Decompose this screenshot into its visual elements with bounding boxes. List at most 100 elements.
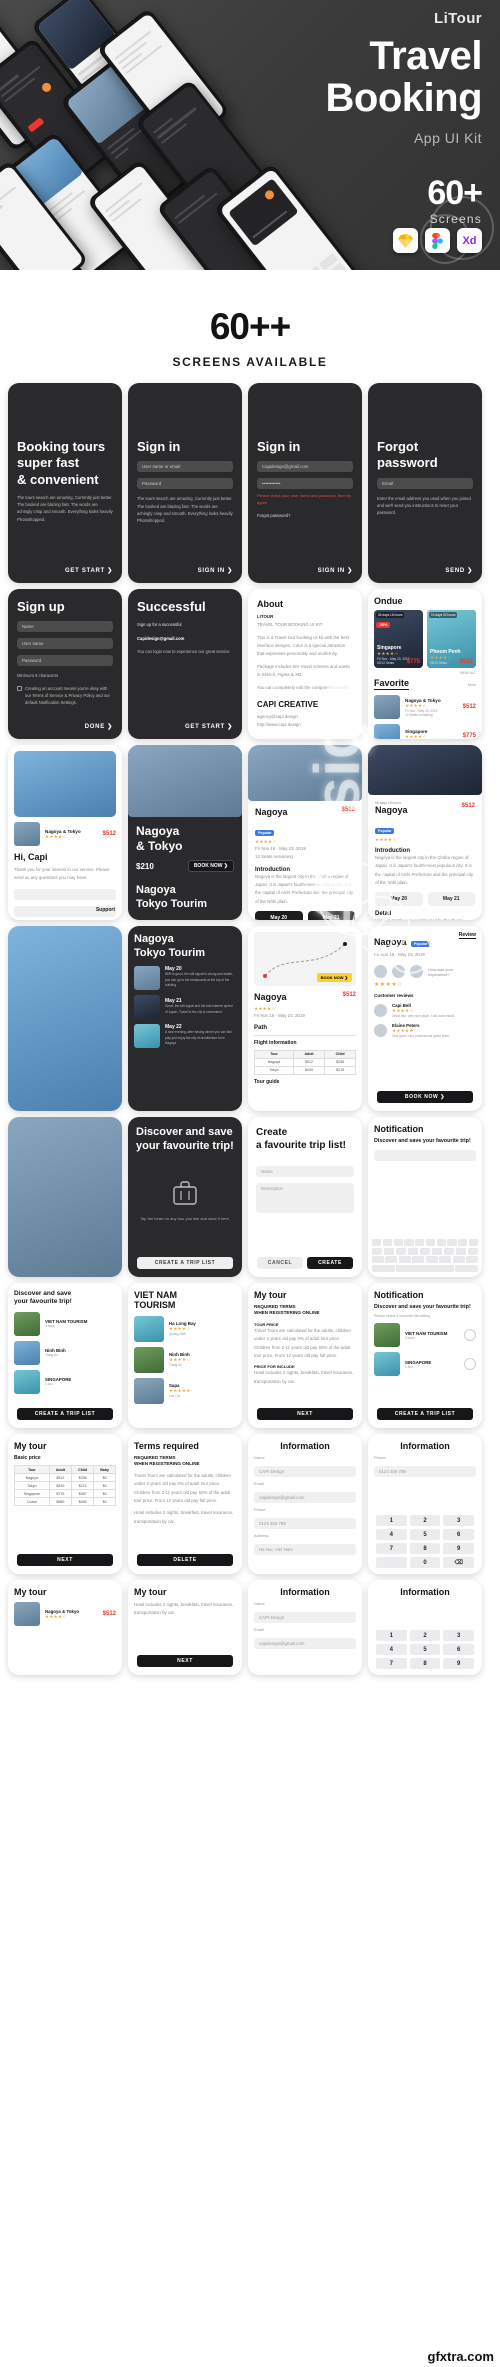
screen-signin-filled[interactable]: Sign in Capidesign@gmail.com •••••••••••… bbox=[248, 383, 362, 583]
about-agency-email[interactable]: agency@capi.design bbox=[257, 713, 353, 721]
create-trip-list-button[interactable]: CREATE A TRIP LIST bbox=[137, 1257, 233, 1269]
keypad-key[interactable]: 8 bbox=[409, 1658, 441, 1669]
departure-date-card[interactable]: May 20 bbox=[255, 911, 303, 920]
create-trip-cancel-button[interactable]: CANCEL bbox=[257, 1257, 303, 1269]
signup-terms-checkbox[interactable] bbox=[17, 685, 22, 691]
mytour-next-button[interactable]: NEXT bbox=[257, 1408, 353, 1420]
mytour-item[interactable]: Nagoya & Tokyo ★★★★☆ $512 bbox=[14, 1602, 116, 1626]
keypad-key[interactable]: 6 bbox=[443, 1644, 474, 1655]
mytour-price-next-button[interactable]: NEXT bbox=[17, 1554, 113, 1566]
view-all-link[interactable]: VIEW ALL bbox=[374, 671, 476, 675]
radio-icon[interactable] bbox=[464, 1329, 476, 1342]
support-button[interactable]: Support bbox=[96, 907, 115, 913]
screen-mytour-bottom[interactable]: My tour Nagoya & Tokyo ★★★★☆ $512 bbox=[8, 1580, 122, 1675]
screen-map-path[interactable]: BOOK NOW ❯ Nagoya ★★★★☆ Fri Nov 16 - May… bbox=[248, 926, 362, 1111]
signin-filled-email-input[interactable]: Capidesign@gmail.com bbox=[257, 461, 353, 473]
schedule-item[interactable]: May 21 Great, the wifi signal and the fa… bbox=[134, 994, 236, 1019]
about-agency-url[interactable]: http://www.capi.design bbox=[257, 721, 353, 729]
signup-username-input[interactable]: User name bbox=[17, 638, 113, 650]
map-view[interactable]: BOOK NOW ❯ bbox=[254, 932, 356, 986]
signin-password-input[interactable]: Password bbox=[137, 478, 233, 490]
info-name-input[interactable]: CAPI Design bbox=[254, 1466, 356, 1477]
deal-card[interactable]: 06 days 16 hours -20% Singapore ★★★★☆ Fr… bbox=[374, 610, 423, 668]
info-bottom-input2[interactable]: capidesign@gmail.com bbox=[254, 1638, 356, 1649]
screen-keypad-bottom[interactable]: Information 1 2 3 4 5 6 7 8 9 bbox=[368, 1580, 482, 1675]
signup-password-input[interactable]: Password bbox=[17, 655, 113, 667]
screen-information-keypad[interactable]: Information Phone 0123 456 789 1 2 3 4 5… bbox=[368, 1434, 482, 1574]
create-trip-name-input[interactable]: Name bbox=[256, 1166, 354, 1177]
keypad-key[interactable]: 0 bbox=[409, 1557, 441, 1568]
schedule-item[interactable]: May 22 A nice evening, after having dinn… bbox=[134, 1023, 236, 1048]
notification-create-trip-button[interactable]: CREATE A TRIP LIST bbox=[377, 1408, 473, 1420]
screen-create-trip[interactable]: Create a favourite trip list! Name Descr… bbox=[248, 1117, 362, 1277]
screen-info-bottom[interactable]: Information Name CAPI Design Email capid… bbox=[248, 1580, 362, 1675]
screen-favourite-empty-dark[interactable]: Discover and save your favourite trip! T… bbox=[128, 1117, 242, 1277]
forgot-email-input[interactable]: Email bbox=[377, 477, 473, 489]
forgot-password-link[interactable]: Forgot password? bbox=[257, 512, 353, 519]
screen-nagoya-detail[interactable]: Nagoya Popular ★★★★☆ Fri Nov 16 - May 23… bbox=[248, 745, 362, 920]
screen-forgot-password[interactable]: Forgot password Email Enter the email ad… bbox=[368, 383, 482, 583]
keypad-key[interactable]: 2 bbox=[409, 1630, 441, 1641]
keypad-key[interactable]: 6 bbox=[443, 1529, 474, 1540]
signin-submit-button[interactable]: SIGN IN ❯ bbox=[318, 567, 353, 574]
numeric-keypad-bottom[interactable]: 1 2 3 4 5 6 7 8 9 bbox=[376, 1630, 474, 1669]
deal-card[interactable]: 10 days 02 hours Phnom Penh ★★★★☆ 05/15 … bbox=[427, 610, 476, 668]
favorite-item[interactable]: Singapore ★★★★☆ 08 Seats remaining $775 bbox=[374, 724, 476, 739]
notification-item[interactable]: SINGAPORE 1 tour bbox=[374, 1352, 476, 1377]
info-address-input[interactable]: Ha Noi, Viet Nam bbox=[254, 1544, 356, 1555]
screen-vietnam-tourism[interactable]: VIET NAM TOURISM Ha Long Bay ★★★★☆ Quang… bbox=[128, 1283, 242, 1428]
keypad-key[interactable]: 8 bbox=[409, 1543, 441, 1554]
terms-delete-button[interactable]: DELETE bbox=[137, 1554, 233, 1566]
keypad-key[interactable]: 7 bbox=[376, 1543, 407, 1554]
screen-information-form[interactable]: Information Name CAPI Design Email capid… bbox=[248, 1434, 362, 1574]
keypad-key[interactable]: 1 bbox=[376, 1515, 407, 1526]
keypad-key-blank[interactable] bbox=[376, 1557, 407, 1568]
info-kp-phone-input[interactable]: 0123 456 789 bbox=[374, 1466, 476, 1477]
info-bottom-input[interactable]: CAPI Design bbox=[254, 1612, 356, 1623]
screen-destination-photo[interactable] bbox=[8, 926, 122, 1111]
map-book-now-button[interactable]: BOOK NOW ❯ bbox=[316, 973, 352, 982]
successful-get-start-button[interactable]: GET START ❯ bbox=[185, 723, 233, 730]
screen-signin-empty[interactable]: Sign in User name or email Password The … bbox=[128, 383, 242, 583]
keypad-key[interactable]: 9 bbox=[443, 1658, 474, 1669]
screen-notification-list[interactable]: Notification Discover and save your favo… bbox=[368, 1283, 482, 1428]
screen-review[interactable]: Nagoya Review Popular Fri Nov 16 - May 2… bbox=[368, 926, 482, 1111]
vietnam-item[interactable]: Ha Long Bay ★★★★☆ Quang Ninh bbox=[134, 1315, 236, 1342]
discovery-item[interactable]: Nagoya & Tokyo ★★★★☆ $512 bbox=[14, 822, 116, 846]
keypad-key[interactable]: 4 bbox=[376, 1644, 407, 1655]
keypad-key[interactable]: 9 bbox=[443, 1543, 474, 1554]
profile-message-input[interactable] bbox=[14, 888, 116, 900]
trip-list-item[interactable]: SINGAPORE 1 tour bbox=[14, 1369, 116, 1394]
screen-onboarding[interactable]: Booking tours super fast & convenient Th… bbox=[8, 383, 122, 583]
saved-create-trip-button[interactable]: CREATE A TRIP LIST bbox=[17, 1408, 113, 1420]
screen-mytour-bottom-2[interactable]: My tour Hotel includes 2 nights, breakfa… bbox=[128, 1580, 242, 1675]
trip-list-item[interactable]: VIET NAM TOURISM 3 tours bbox=[14, 1311, 116, 1336]
screen-successful[interactable]: Successful Sign up for a successful Capi… bbox=[128, 589, 242, 739]
keypad-backspace-icon[interactable]: ⌫ bbox=[443, 1557, 474, 1568]
vietnam-item[interactable]: Sapa ★★★★★ Lao Cai bbox=[134, 1377, 236, 1404]
keypad-key[interactable]: 2 bbox=[409, 1515, 441, 1526]
notification-item[interactable]: VIET NAM TOURISM 3 tours bbox=[374, 1323, 476, 1348]
screen-tour-detail[interactable]: Nagoya & Tokyo $210 BOOK NOW ❯ Nagoya To… bbox=[128, 745, 242, 920]
favorite-item[interactable]: Nagoya & Tokyo ★★★★☆ Fri Nov - May 23, 2… bbox=[374, 695, 476, 719]
return-date-card-alt[interactable]: May 21 bbox=[427, 892, 475, 907]
screen-notification-keyboard[interactable]: Notification Discover and save your favo… bbox=[368, 1117, 482, 1277]
keypad-key[interactable]: 3 bbox=[443, 1630, 474, 1641]
screen-mytour-terms[interactable]: My tour REQUIRED TERMS WHEN REGISTERING … bbox=[248, 1283, 362, 1428]
screen-favourite-saved[interactable]: Discover and save your favourite trip! V… bbox=[8, 1283, 122, 1428]
screen-nagoya-alt[interactable]: 06 days 16 hours Nagoya Popular ★★★★☆ $5… bbox=[368, 745, 482, 920]
mytour-bottom2-next[interactable]: NEXT bbox=[137, 1655, 233, 1667]
signin-filled-password-input[interactable]: •••••••••••• bbox=[257, 478, 353, 490]
signin-username-input[interactable]: User name or email bbox=[137, 461, 233, 473]
review-book-now-button[interactable]: BOOK NOW ❯ bbox=[377, 1091, 473, 1103]
schedule-item[interactable]: May 20 WiFi is good, the wifi signal is … bbox=[134, 965, 236, 990]
screen-schedule[interactable]: Nagoya Tokyo Tourim May 20 WiFi is good,… bbox=[128, 926, 242, 1111]
screen-terms-required[interactable]: Terms required REQUIRED TERMS WHEN REGIS… bbox=[128, 1434, 242, 1574]
info-email-input[interactable]: capidesign@gmail.com bbox=[254, 1492, 356, 1503]
send-button[interactable]: SEND ❯ bbox=[445, 567, 473, 574]
keypad-key[interactable]: 1 bbox=[376, 1630, 407, 1641]
screen-about[interactable]: About LITOUR TRAVEL TOUR BOOKING UI KIT … bbox=[248, 589, 362, 739]
keypad-key[interactable]: 3 bbox=[443, 1515, 474, 1526]
keypad-key[interactable]: 5 bbox=[409, 1529, 441, 1540]
trip-list-item[interactable]: Ninh Binh Trang An bbox=[14, 1340, 116, 1365]
